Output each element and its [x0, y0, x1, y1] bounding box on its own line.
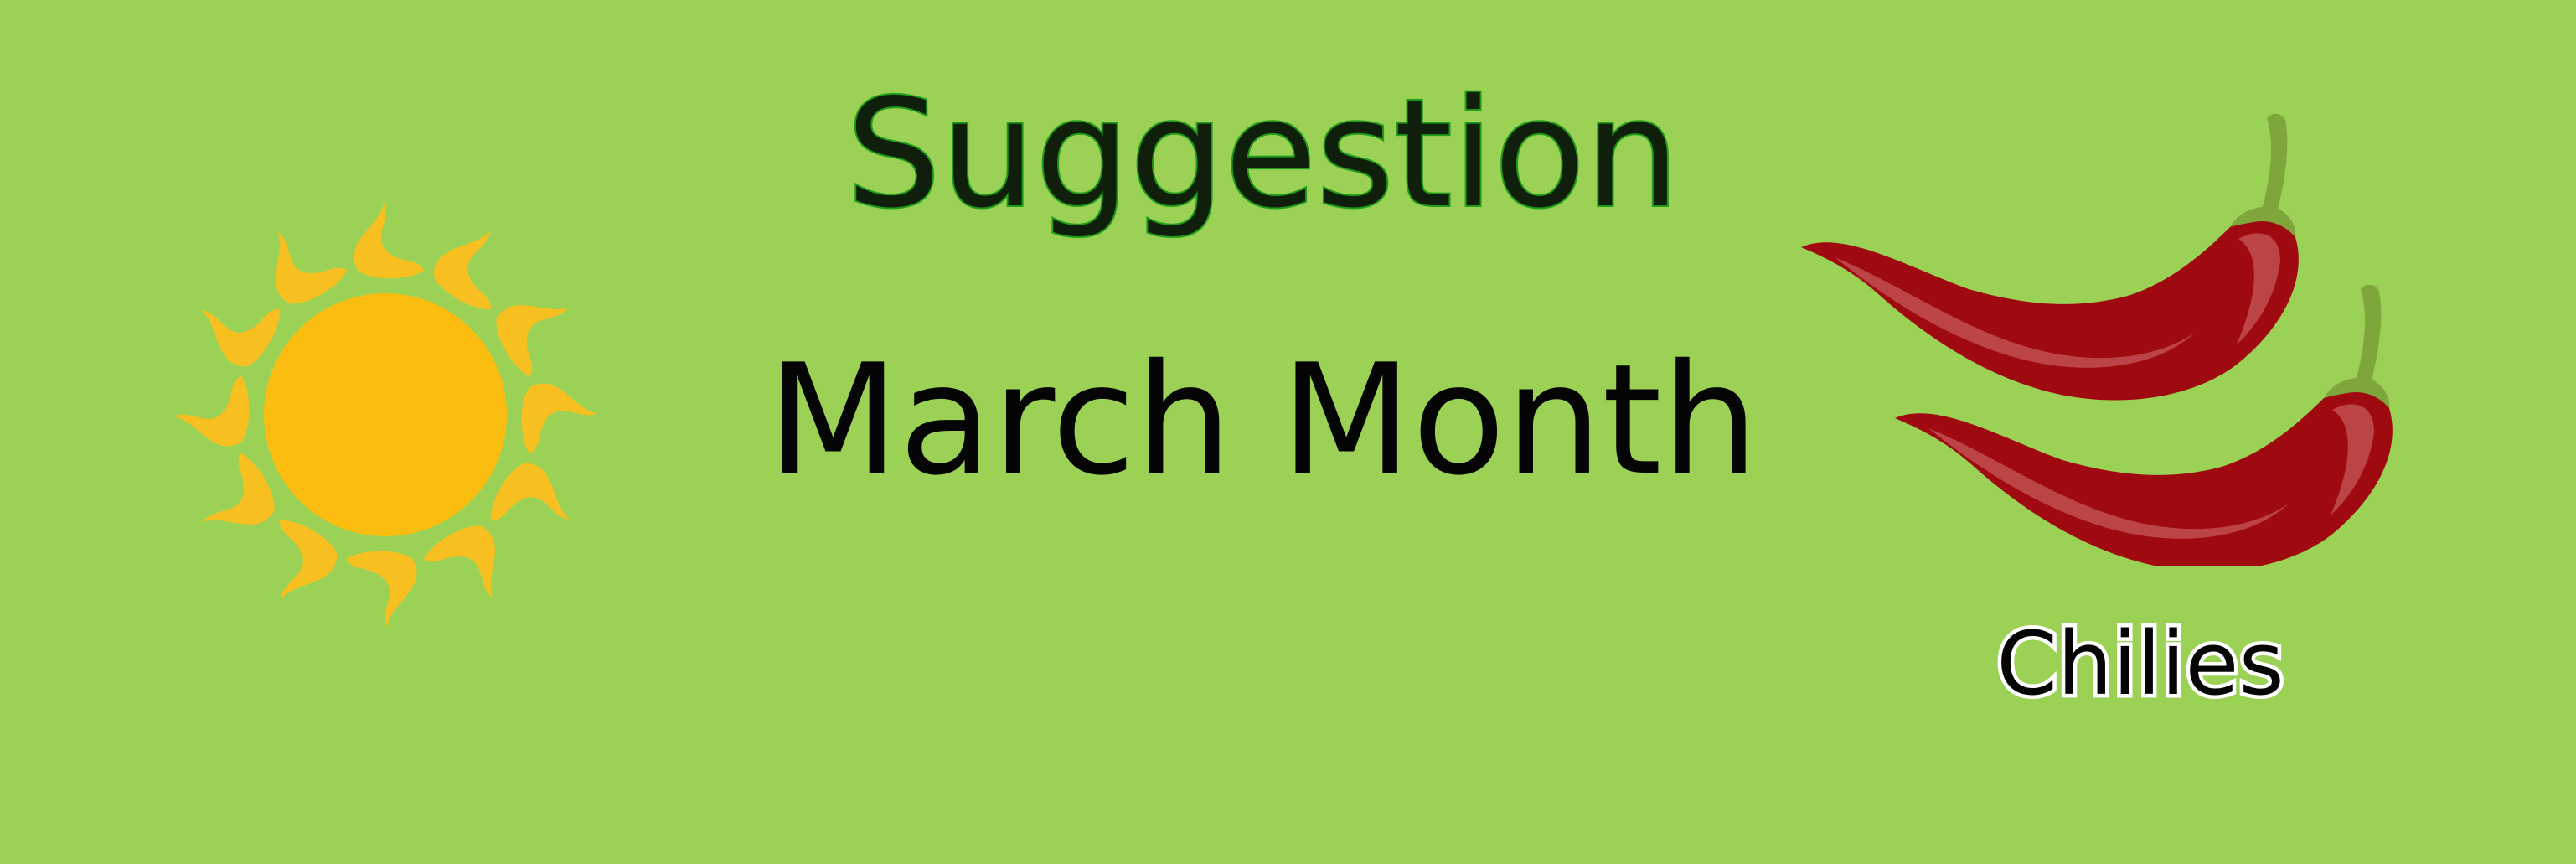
chili-pepper-icon: [1801, 113, 2393, 566]
sun-icon: [173, 202, 598, 628]
banner: Suggestion March Month Chilies: [0, 0, 2576, 864]
chili-pepper-back: [1801, 113, 2299, 401]
chilies-caption: Chilies: [1993, 613, 2288, 715]
sun-disc: [264, 293, 507, 536]
